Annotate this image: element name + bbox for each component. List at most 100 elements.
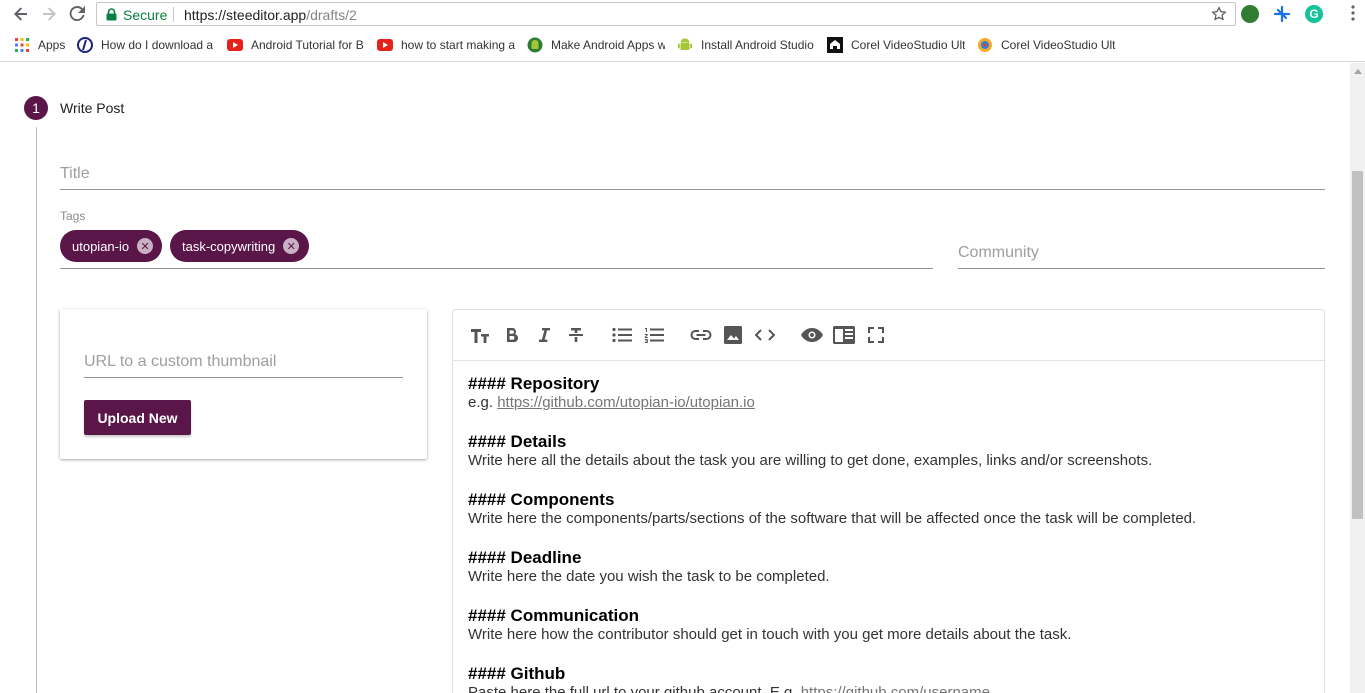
- preview-icon[interactable]: [801, 324, 823, 346]
- url-text: https://steeditor.app/drafts/2: [184, 7, 357, 23]
- bookmarks-bar: Apps How do I download a Android Tutoria…: [0, 28, 1365, 62]
- md-link[interactable]: https://github.com/utopian-io/utopian.io: [497, 394, 755, 411]
- md-heading: #### Components: [468, 490, 615, 509]
- link-icon[interactable]: [690, 324, 712, 346]
- address-bar[interactable]: Secure https://steeditor.app/drafts/2: [96, 2, 1236, 26]
- thumbnail-card: URL to a custom thumbnail Upload New: [60, 309, 427, 459]
- bookmark-label: Apps: [38, 38, 66, 52]
- italic-icon[interactable]: [533, 324, 555, 346]
- scroll-up-arrow-icon[interactable]: [1354, 69, 1362, 74]
- side-by-side-icon[interactable]: [833, 324, 855, 346]
- youtube-icon: [227, 37, 243, 53]
- md-section: #### Communication Write here how the co…: [468, 606, 1318, 644]
- md-heading: #### Communication: [468, 606, 639, 625]
- extension-plane-icon[interactable]: [1273, 5, 1291, 23]
- bookmark-item[interactable]: How do I download a: [77, 37, 215, 53]
- android-icon: [677, 37, 693, 53]
- tag-chip-label: task-copywriting: [182, 238, 276, 254]
- lock-icon: [106, 8, 117, 26]
- fullscreen-icon[interactable]: [865, 324, 887, 346]
- secure-label: Secure: [123, 7, 168, 23]
- heading-icon[interactable]: [469, 324, 491, 346]
- bookmark-label: Make Android Apps w: [551, 38, 665, 52]
- md-text-prefix: e.g.: [468, 394, 498, 411]
- bookmark-label: how to start making a: [401, 38, 515, 52]
- md-heading: #### Details: [468, 432, 567, 451]
- bookmark-label: Android Tutorial for B: [251, 38, 364, 52]
- back-icon[interactable]: [11, 4, 31, 24]
- bookmark-item[interactable]: Corel VideoStudio Ult: [977, 37, 1115, 53]
- community-input[interactable]: Community: [958, 238, 1325, 269]
- title-input[interactable]: Title: [60, 159, 1325, 190]
- bookmark-label: How do I download a: [101, 38, 214, 52]
- md-section: #### Components Write here the component…: [468, 490, 1318, 528]
- scroll-thumb[interactable]: [1352, 171, 1363, 519]
- remove-tag-icon[interactable]: ✕: [283, 238, 300, 254]
- step-title: Write Post: [60, 100, 125, 116]
- image-icon[interactable]: [722, 324, 744, 346]
- page-content: 1 Write Post Title Tags utopian-io ✕ tas…: [0, 63, 1350, 693]
- tag-chip-label: utopian-io: [72, 238, 130, 254]
- md-text: Write here all the details about the tas…: [468, 452, 1153, 469]
- android-icon: [527, 37, 543, 53]
- grammarly-icon[interactable]: G: [1305, 5, 1323, 23]
- step-connector-line: [36, 127, 37, 693]
- upload-new-button[interactable]: Upload New: [84, 400, 191, 435]
- community-placeholder: Community: [958, 244, 1039, 261]
- bookmark-item[interactable]: Make Android Apps w: [527, 37, 665, 53]
- code-icon[interactable]: [754, 324, 776, 346]
- md-text: Write here how the contributor should ge…: [468, 626, 1072, 643]
- md-link[interactable]: https://github.com/username: [801, 684, 990, 693]
- md-heading: #### Repository: [468, 374, 600, 393]
- tag-chip[interactable]: task-copywriting ✕: [170, 230, 309, 262]
- editor-content[interactable]: #### Repository e.g. https://github.com/…: [468, 374, 1318, 693]
- site-icon: [977, 37, 993, 53]
- bookmark-item[interactable]: Install Android Studio: [677, 37, 815, 53]
- bookmark-item[interactable]: how to start making a: [377, 37, 515, 53]
- md-section: #### Repository e.g. https://github.com/…: [468, 374, 1318, 412]
- site-icon: [77, 37, 93, 53]
- apps-grid-icon: [14, 37, 30, 53]
- bookmark-label: Corel VideoStudio Ult: [851, 38, 965, 52]
- tags-label: Tags: [60, 209, 86, 223]
- extension-globe-icon[interactable]: [1241, 5, 1259, 23]
- browser-toolbar: Secure https://steeditor.app/drafts/2 G: [0, 0, 1365, 28]
- md-heading: #### Deadline: [468, 548, 582, 567]
- numbered-list-icon[interactable]: [643, 324, 665, 346]
- page-scrollbar[interactable]: [1350, 63, 1365, 693]
- youtube-icon: [377, 37, 393, 53]
- strikethrough-icon[interactable]: [565, 324, 587, 346]
- tag-chip[interactable]: utopian-io ✕: [60, 230, 162, 262]
- step-number: 1: [24, 96, 48, 120]
- tags-input[interactable]: utopian-io ✕ task-copywriting ✕: [60, 229, 933, 269]
- bookmark-apps[interactable]: Apps: [14, 37, 74, 53]
- bullet-list-icon[interactable]: [611, 324, 633, 346]
- bookmark-item[interactable]: Android Tutorial for B: [227, 37, 365, 53]
- md-text: e.g. https://github.com/utopian-io/utopi…: [468, 394, 1318, 412]
- site-icon: [827, 37, 843, 53]
- menu-icon[interactable]: [1351, 5, 1355, 26]
- md-text: Write here the components/parts/sections…: [468, 510, 1197, 527]
- bold-icon[interactable]: [501, 324, 523, 346]
- title-placeholder: Title: [60, 165, 90, 182]
- bookmark-item[interactable]: Corel VideoStudio Ult: [827, 37, 965, 53]
- bookmark-label: Corel VideoStudio Ult: [1001, 38, 1115, 52]
- url-host: https://steeditor.app: [184, 7, 307, 23]
- md-heading: #### Github: [468, 664, 566, 683]
- star-icon[interactable]: [1211, 6, 1227, 27]
- bookmark-label: Install Android Studio: [701, 38, 814, 52]
- md-section: #### Deadline Write here the date you wi…: [468, 548, 1318, 586]
- editor-toolbar: [453, 310, 1324, 361]
- reload-icon[interactable]: [67, 4, 87, 24]
- thumbnail-placeholder: URL to a custom thumbnail: [84, 353, 277, 370]
- md-section: #### Details Write here all the details …: [468, 432, 1318, 470]
- remove-tag-icon[interactable]: ✕: [137, 238, 154, 254]
- md-text: Paste here the full url to your github a…: [468, 684, 1318, 693]
- md-text: Write here the date you wish the task to…: [468, 568, 830, 585]
- md-section: #### Github Paste here the full url to y…: [468, 664, 1318, 693]
- markdown-editor: #### Repository e.g. https://github.com/…: [452, 309, 1325, 693]
- forward-icon[interactable]: [39, 4, 59, 24]
- url-path: /drafts/2: [306, 7, 357, 23]
- address-separator: [173, 7, 174, 22]
- thumbnail-url-input[interactable]: URL to a custom thumbnail: [84, 349, 403, 378]
